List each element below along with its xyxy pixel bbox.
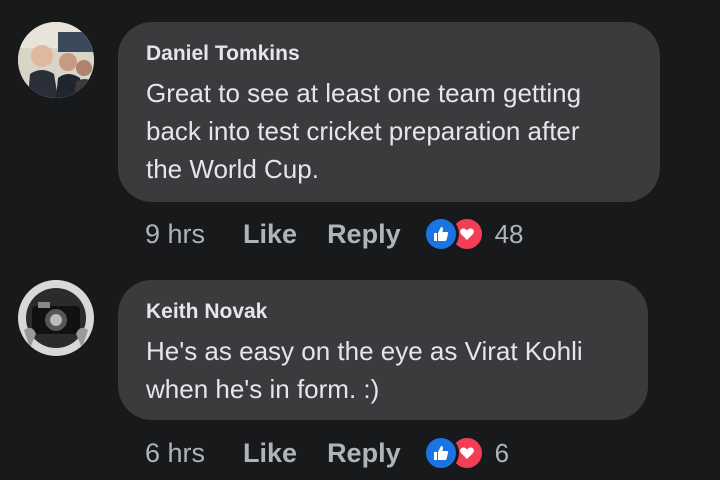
- avatar[interactable]: [18, 22, 94, 98]
- comment-author[interactable]: Daniel Tomkins: [146, 40, 632, 68]
- reply-button[interactable]: Reply: [327, 438, 401, 469]
- comment-timestamp[interactable]: 9 hrs: [145, 219, 205, 250]
- comment-actions: 6 hrs Like Reply 6: [145, 435, 509, 471]
- comment-bubble: Keith Novak He's as easy on the eye as V…: [118, 280, 648, 420]
- thumbs-up-icon: [422, 435, 459, 471]
- comment-bubble: Daniel Tomkins Great to see at least one…: [118, 22, 660, 202]
- comment-timestamp[interactable]: 6 hrs: [145, 438, 205, 469]
- comment-author[interactable]: Keith Novak: [146, 298, 620, 326]
- reaction-summary[interactable]: [422, 216, 485, 252]
- reaction-count[interactable]: 6: [495, 438, 509, 469]
- comment-text: Great to see at least one team getting b…: [146, 78, 582, 184]
- thumbs-up-icon: [422, 216, 459, 252]
- comment-actions: 9 hrs Like Reply 48: [145, 216, 524, 252]
- reaction-summary[interactable]: [422, 435, 485, 471]
- reaction-count[interactable]: 48: [495, 219, 524, 250]
- like-button[interactable]: Like: [243, 219, 297, 250]
- avatar-photo: [18, 280, 94, 356]
- reply-button[interactable]: Reply: [327, 219, 401, 250]
- avatar[interactable]: [18, 280, 94, 356]
- comment-text: He's as easy on the eye as Virat Kohli w…: [146, 336, 583, 404]
- like-button[interactable]: Like: [243, 438, 297, 469]
- avatar-photo: [18, 22, 94, 98]
